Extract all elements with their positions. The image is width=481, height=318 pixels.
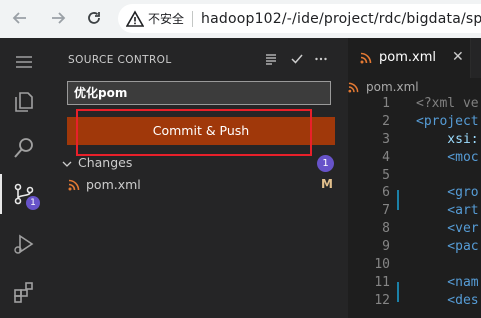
list-view-icon[interactable] xyxy=(264,52,278,66)
file-name: pom.xml xyxy=(86,177,141,192)
changes-group-header[interactable]: Changes 1 xyxy=(62,155,340,173)
activity-bar: 1 xyxy=(0,38,48,318)
run-debug-icon[interactable] xyxy=(12,232,36,256)
code-line: 2 <project xyxy=(382,113,479,129)
code-line: 8 <ver xyxy=(382,221,479,237)
extensions-icon[interactable] xyxy=(12,280,36,304)
tab-pom-xml[interactable]: pom.xml ✕ xyxy=(348,38,471,78)
file-status-modified: M xyxy=(321,177,333,191)
menu-icon[interactable] xyxy=(12,50,36,74)
address-bar[interactable]: 不安全 hadoop102/-/ide/project/rdc/bigdata/… xyxy=(118,4,481,33)
browser-toolbar: 不安全 hadoop102/-/ide/project/rdc/bigdata/… xyxy=(0,0,481,39)
changes-count-badge: 1 xyxy=(317,155,334,172)
reload-icon xyxy=(88,12,100,24)
xml-file-icon xyxy=(348,82,359,93)
search-icon[interactable] xyxy=(12,136,36,160)
tab-bar: pom.xml ✕ xyxy=(348,38,481,78)
warning-icon xyxy=(126,9,144,27)
panel-title: SOURCE CONTROL xyxy=(68,54,172,66)
code-line: 9 <pac xyxy=(382,239,479,255)
code-view[interactable]: 1 <?xml ve 2 <project 3 xsi: 4 <moc 5 6 <g… xyxy=(348,96,481,311)
chevron-down-icon xyxy=(62,161,72,167)
code-line: 6 <gro xyxy=(382,185,479,201)
xml-file-icon xyxy=(360,52,372,64)
code-line: 12 <des xyxy=(374,292,479,308)
code-line: 10 xyxy=(374,257,390,273)
divider xyxy=(192,10,194,27)
xml-file-icon xyxy=(68,179,80,191)
code-line: 5 xyxy=(382,167,390,183)
back-button[interactable] xyxy=(10,8,30,28)
forward-button[interactable] xyxy=(48,8,68,28)
explorer-icon[interactable] xyxy=(12,90,36,114)
highlight-box xyxy=(76,109,312,156)
source-control-panel: SOURCE CONTROL 优化pom Commit & Push Chang… xyxy=(48,38,348,318)
code-line: 3 xsi: xyxy=(382,131,479,147)
changed-file-item[interactable]: pom.xml M xyxy=(68,177,340,195)
source-control-button[interactable]: 1 xyxy=(0,174,40,214)
code-line: 7 <art xyxy=(382,203,479,219)
close-icon[interactable]: ✕ xyxy=(452,49,464,65)
scm-count-badge: 1 xyxy=(26,196,40,210)
not-secure-label[interactable]: 不安全 xyxy=(148,10,184,27)
checkmark-icon[interactable] xyxy=(290,52,304,66)
changes-label: Changes xyxy=(78,155,133,170)
editor-area: pom.xml ✕ pom.xml 1 <?xml ve 2 <project 3 … xyxy=(348,38,481,318)
code-line: 1 <?xml ve xyxy=(382,96,479,111)
more-actions-icon[interactable] xyxy=(314,52,328,66)
arrow-right-icon xyxy=(52,12,66,24)
arrow-left-icon xyxy=(12,12,26,24)
reload-button[interactable] xyxy=(84,8,104,28)
breadcrumb[interactable]: pom.xml xyxy=(366,80,419,94)
code-line: 11 <nam xyxy=(374,274,479,290)
tab-label: pom.xml xyxy=(379,50,436,65)
code-line: 4 <moc xyxy=(382,149,479,165)
url-text[interactable]: hadoop102/-/ide/project/rdc/bigdata/spr xyxy=(201,11,481,27)
commit-message-input[interactable]: 优化pom xyxy=(67,81,331,105)
